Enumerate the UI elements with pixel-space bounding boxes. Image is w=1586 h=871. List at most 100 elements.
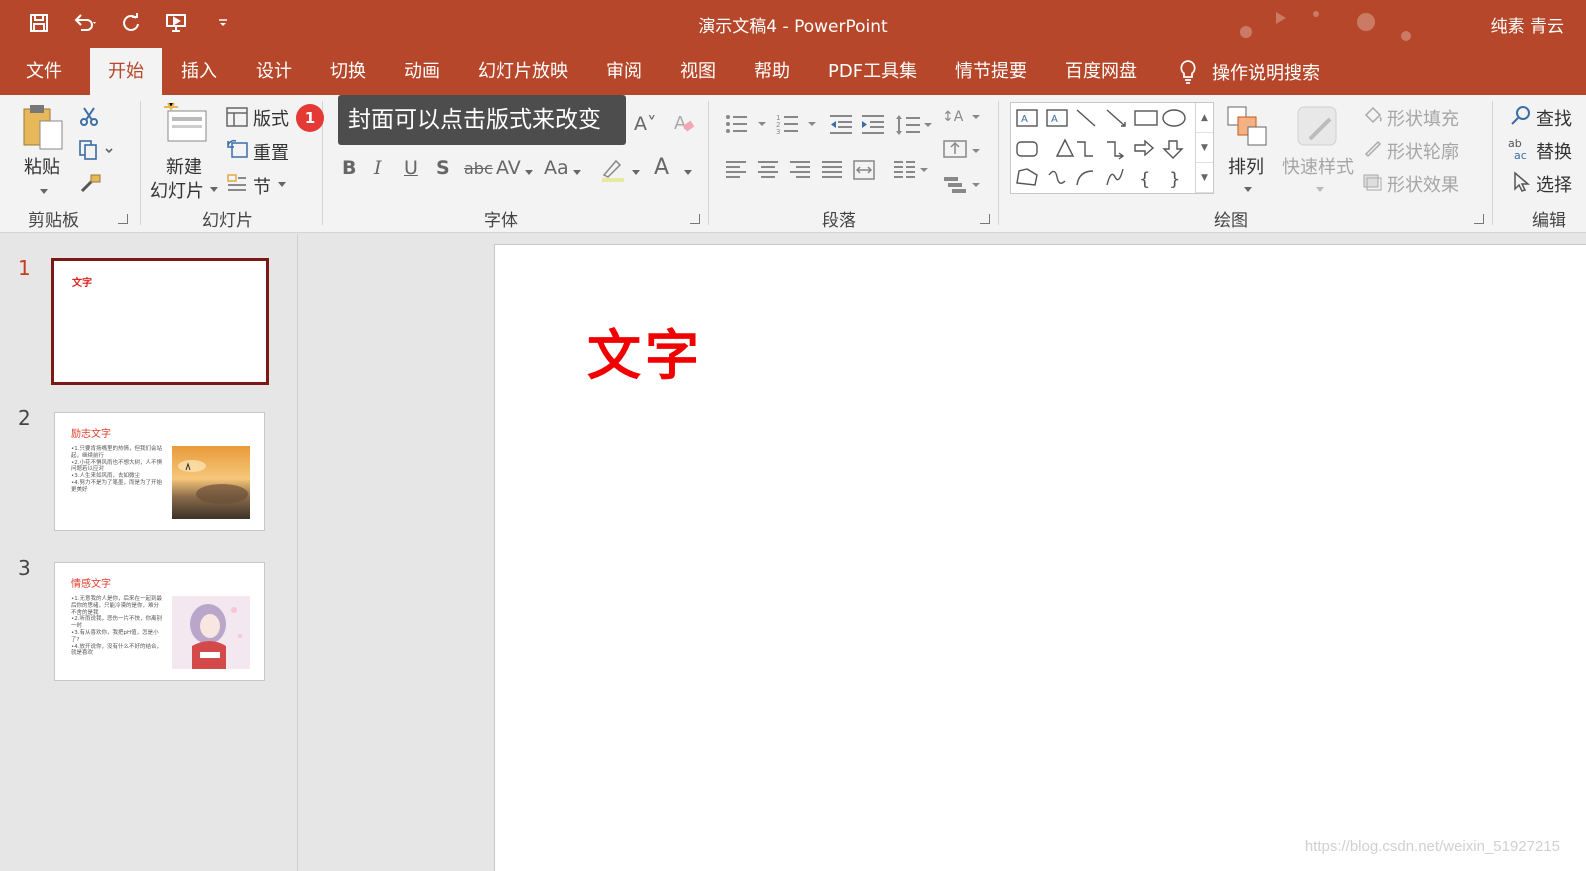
tab-view[interactable]: 视图 [680, 48, 716, 95]
gallery-scroll[interactable]: ▲ ▼ ▼ [1195, 103, 1213, 193]
shape-outline-icon[interactable] [1362, 138, 1384, 158]
bullets-icon[interactable] [724, 113, 768, 135]
bold-icon[interactable]: B [342, 157, 356, 179]
decrease-indent-icon[interactable] [828, 113, 854, 135]
shape-outline-button[interactable]: 形状轮廓 [1387, 138, 1459, 164]
shape-effects-button[interactable]: 形状效果 [1387, 171, 1459, 197]
drawing-group-label: 绘图 [1214, 211, 1248, 231]
convert-to-smartart-icon[interactable] [942, 173, 982, 197]
shape-fill-button[interactable]: 形状填充 [1387, 105, 1459, 131]
format-painter-icon[interactable] [78, 173, 102, 195]
decorative-pattern [1240, 11, 1411, 41]
thumbnail-bullet: •2.小花不惧风雨也不想大树，人不惧问题若以应对 [71, 459, 162, 473]
tab-animations[interactable]: 动画 [404, 48, 440, 95]
slide-title-text[interactable]: 文字 [587, 311, 703, 390]
tab-pdf-tools[interactable]: PDF工具集 [828, 48, 917, 95]
clipboard-group-label: 剪贴板 [28, 211, 79, 231]
thumbnail-bullet: •4.放开说你，没有什么不好的结合，就是喜欢 [71, 643, 162, 657]
align-center-icon[interactable] [756, 159, 780, 181]
font-color-icon[interactable]: A [654, 155, 669, 180]
paste-button[interactable]: 粘贴 [20, 101, 70, 197]
text-direction-icon[interactable]: ↕A [942, 103, 982, 129]
arrange-button[interactable]: 排列 [1226, 105, 1270, 195]
text-shadow-icon[interactable]: S [436, 157, 450, 179]
tab-insert[interactable]: 插入 [181, 48, 217, 95]
columns-icon[interactable] [892, 159, 932, 181]
slide-thumbnail-3[interactable]: 情感文字 •1.无意我的人是你，后来在一起到最后你的思绪，只能冷漠的是你，难分不… [54, 562, 265, 681]
underline-icon[interactable]: U [404, 157, 418, 179]
thumbnail-bullet: •3.人生来如风雨，去如微尘 [71, 473, 140, 480]
change-case-icon[interactable]: Aa [544, 157, 569, 179]
numbering-icon[interactable]: 123 [776, 113, 820, 135]
slide-thumbnail-1[interactable]: 文字 [51, 258, 269, 385]
arrange-icon [1227, 106, 1267, 146]
replace-icon[interactable]: abac [1508, 137, 1532, 161]
tell-me-label: 操作说明搜索 [1212, 62, 1320, 84]
align-right-icon[interactable] [788, 159, 812, 181]
ribbon: 粘贴 剪贴板 新建 幻灯片 版式 重置 节 幻灯片 A˅ A B I U S a… [0, 95, 1586, 233]
slides-group-label: 幻灯片 [202, 211, 253, 231]
arrange-label: 排列 [1228, 157, 1264, 178]
tab-transitions[interactable]: 切换 [330, 48, 366, 95]
font-launcher-icon[interactable] [690, 214, 700, 224]
annotation-tooltip: 封面可以点击版式来改变 [338, 95, 626, 145]
layout-button[interactable]: 版式 [253, 105, 289, 131]
shape-effects-icon[interactable] [1362, 171, 1384, 191]
svg-text:A: A [674, 113, 687, 134]
thumbnail-bullet: •4.努力不是为了笔墨，而是为了开始更美好 [71, 479, 162, 493]
tab-review[interactable]: 审阅 [606, 48, 642, 95]
tab-design[interactable]: 设计 [256, 48, 292, 95]
replace-button[interactable]: 替换 [1536, 138, 1572, 164]
thumbnail-bullet: •1.只要肯扬嘴里的热情，但我们会站起，继续前行 [71, 446, 162, 459]
clipboard-launcher-icon[interactable] [118, 214, 128, 224]
decrease-font-size-icon[interactable]: A˅ [634, 113, 657, 135]
tab-storyboard[interactable]: 情节提要 [955, 48, 1027, 95]
user-name[interactable]: 纯素 青云 [1491, 12, 1564, 37]
svg-text:A: A [1021, 114, 1028, 125]
paste-icon [23, 105, 63, 150]
thumbnail-bullet: •2.听雨说我，悲伤一片不快，你离别一时 [71, 616, 162, 630]
paragraph-launcher-icon[interactable] [980, 214, 990, 224]
reset-icon[interactable] [226, 139, 248, 159]
tell-me-search[interactable]: 操作说明搜索 [1178, 48, 1320, 95]
copy-icon[interactable] [78, 139, 114, 161]
find-button[interactable]: 查找 [1536, 105, 1572, 131]
increase-indent-icon[interactable] [860, 113, 886, 135]
select-icon[interactable] [1512, 171, 1532, 193]
tab-home[interactable]: 开始 [90, 48, 162, 95]
highlight-color-icon[interactable] [600, 157, 626, 183]
italic-icon[interactable]: I [374, 157, 382, 179]
thumbnail-bullets: •1.无意我的人是你，后来在一起到最后你的思绪，只能冷漠的是你，难分不舍的是我 … [71, 596, 163, 657]
character-spacing-icon[interactable]: AV [496, 157, 521, 179]
ribbon-tabs: 文件 开始 插入 设计 切换 动画 幻灯片放映 审阅 视图 帮助 PDF工具集 … [0, 48, 1586, 95]
distributed-icon[interactable] [852, 159, 876, 181]
new-slide-label-2: 幻灯片 [150, 181, 204, 202]
align-left-icon[interactable] [724, 159, 748, 181]
reset-button[interactable]: 重置 [253, 139, 289, 165]
tab-help[interactable]: 帮助 [754, 48, 790, 95]
line-spacing-icon[interactable] [894, 113, 934, 137]
find-icon[interactable] [1510, 105, 1532, 125]
align-text-icon[interactable] [942, 137, 982, 163]
select-button[interactable]: 选择 [1536, 171, 1572, 197]
justify-icon[interactable] [820, 159, 844, 181]
quick-styles-button[interactable]: 快速样式 [1280, 105, 1356, 195]
title-bar: 演示文稿4 - PowerPoint 纯素 青云 [0, 0, 1586, 48]
tab-slide-show[interactable]: 幻灯片放映 [478, 48, 568, 95]
shape-fill-icon[interactable] [1362, 105, 1384, 125]
section-button[interactable]: 节 [253, 173, 271, 199]
cut-icon[interactable] [78, 105, 100, 127]
drawing-launcher-icon[interactable] [1474, 214, 1484, 224]
section-icon[interactable] [226, 173, 248, 193]
current-slide-canvas[interactable]: 文字 https://blog.csdn.net/weixin_51927215 [494, 244, 1586, 871]
tab-baidu-netdisk[interactable]: 百度网盘 [1065, 48, 1137, 95]
clear-formatting-icon[interactable]: A [672, 111, 696, 135]
new-slide-button[interactable]: 新建 幻灯片 [150, 101, 222, 202]
tab-file[interactable]: 文件 [26, 48, 62, 95]
slide-thumbnail-2[interactable]: 励志文字 •1.只要肯扬嘴里的热情，但我们会站起，继续前行 •2.小花不惧风雨也… [54, 412, 265, 531]
shapes-gallery[interactable]: A A {} ▲ ▼ ▼ [1010, 102, 1214, 194]
slide-number: 1 [18, 256, 31, 280]
new-slide-icon [164, 102, 207, 142]
strikethrough-icon[interactable]: abc [464, 159, 493, 178]
layout-icon[interactable] [226, 107, 248, 127]
